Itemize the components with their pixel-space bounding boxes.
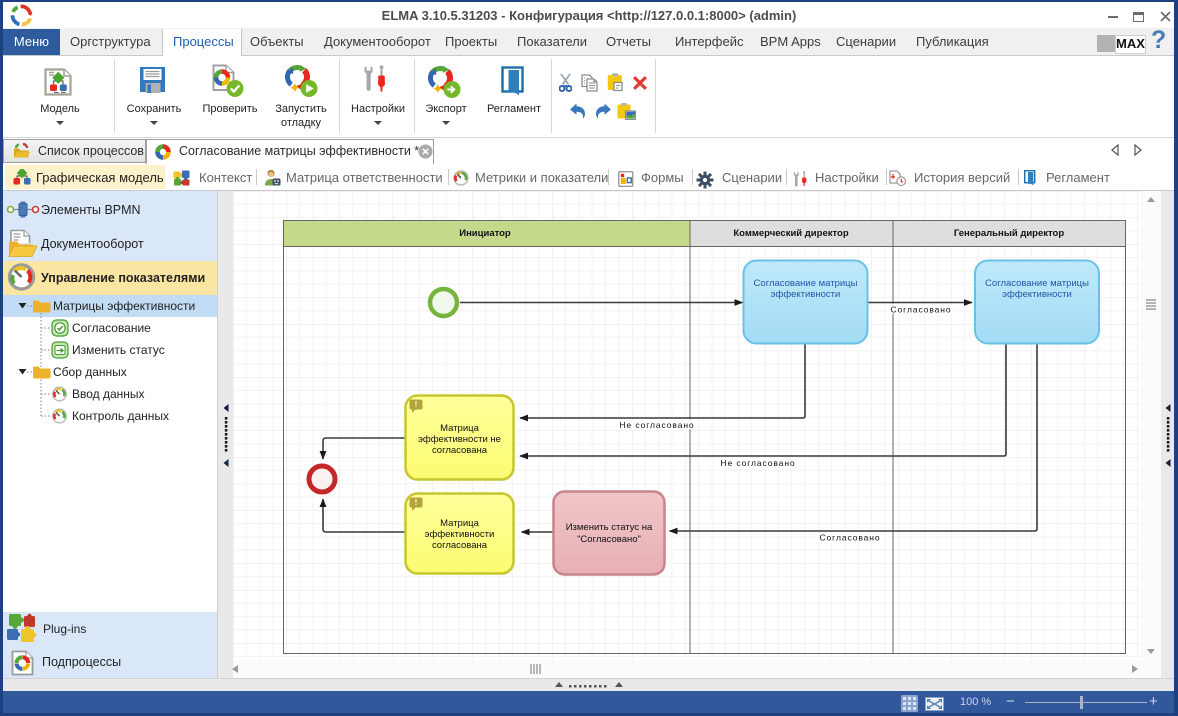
- svg-text:!: !: [415, 498, 418, 507]
- svg-text:эффективности не: эффективности не: [418, 434, 501, 445]
- svg-text:Не согласовано: Не согласовано: [619, 420, 694, 430]
- svg-text:Согласование матрицы: Согласование матрицы: [985, 278, 1089, 289]
- svg-text:!: !: [415, 400, 418, 409]
- svg-text:эффективности: эффективности: [1002, 289, 1072, 300]
- svg-text:эффективности: эффективности: [425, 529, 495, 540]
- svg-text:Коммерческий директор: Коммерческий директор: [733, 228, 848, 239]
- svg-text:Инициатор: Инициатор: [459, 228, 511, 239]
- svg-text:Генеральный директор: Генеральный директор: [954, 228, 1065, 239]
- svg-text:Согласовано: Согласовано: [819, 533, 880, 543]
- svg-text:Согласовано: Согласовано: [890, 305, 951, 315]
- svg-text:Согласование матрицы: Согласование матрицы: [754, 278, 858, 289]
- svg-text:согласована: согласована: [432, 445, 488, 456]
- svg-text:Матрица: Матрица: [440, 423, 479, 434]
- svg-text:Не согласовано: Не согласовано: [720, 458, 795, 468]
- svg-text:согласована: согласована: [432, 540, 488, 551]
- svg-text:эффективности: эффективности: [771, 289, 841, 300]
- svg-text:Изменить статус на: Изменить статус на: [566, 522, 653, 533]
- svg-text:Матрица: Матрица: [440, 518, 479, 529]
- svg-text:"Согласовано": "Согласовано": [577, 534, 641, 545]
